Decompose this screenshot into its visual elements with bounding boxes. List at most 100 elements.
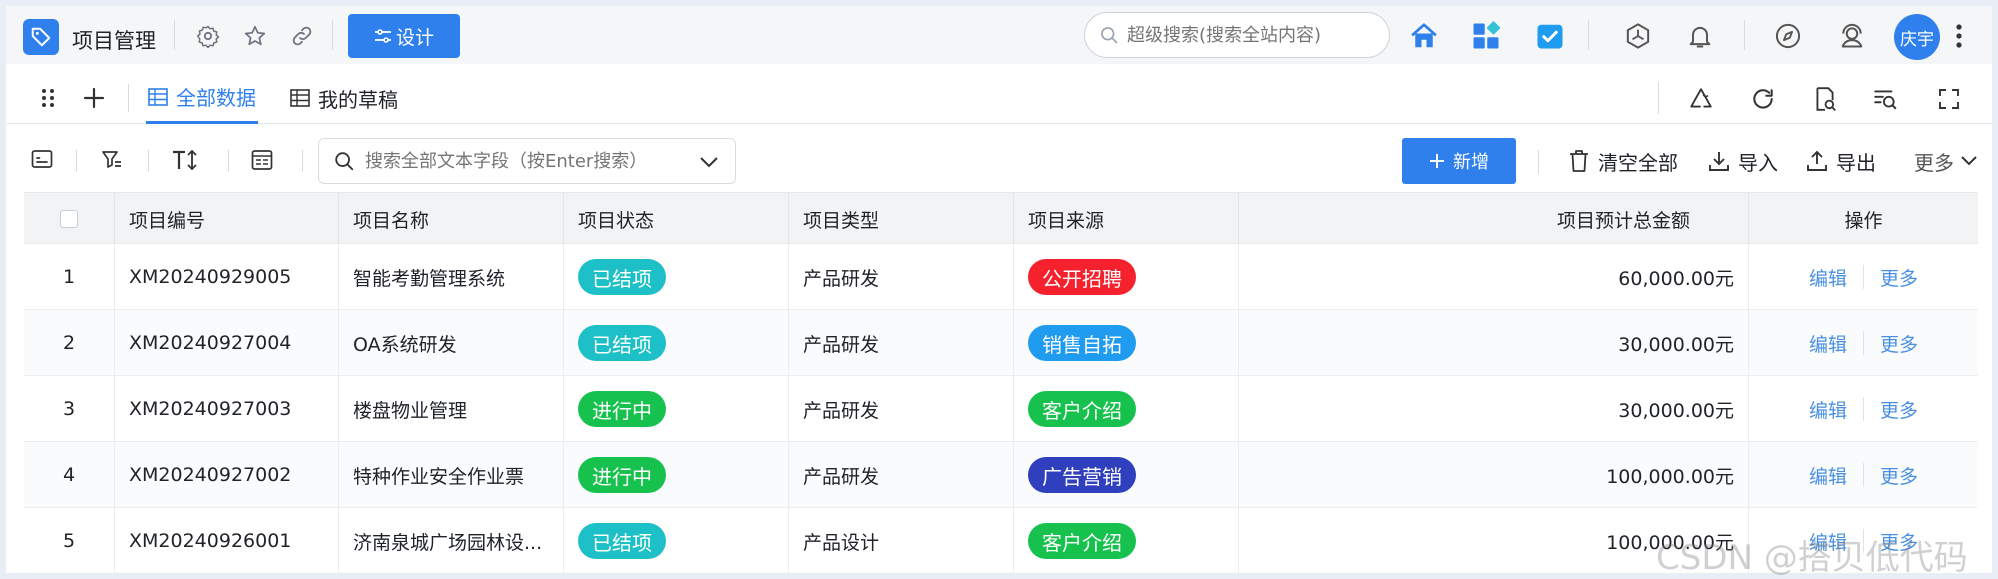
global-search-input[interactable] [1127, 24, 1367, 46]
app-window: 项目管理 设计 超级搜索(搜索全站内容) 庆宇 全部数据 我的草稿 搜索全部文本… [6, 6, 1992, 578]
refresh-icon[interactable] [1748, 84, 1778, 114]
search-icon [1101, 27, 1118, 44]
bell-icon[interactable] [1684, 20, 1716, 52]
add-tab-icon[interactable] [80, 84, 108, 112]
project-type: 产品研发 [789, 442, 1014, 508]
status-badge: 进行中 [578, 457, 666, 493]
more-vertical-icon[interactable] [1952, 20, 1966, 52]
drag-handle-icon[interactable] [36, 84, 60, 112]
source-cell: 公开招聘 [1014, 244, 1239, 310]
select-all-cell [24, 193, 115, 245]
divider [148, 150, 149, 172]
trash-icon [1570, 150, 1588, 172]
table-row[interactable]: 1 XM20240929005 智能考勤管理系统 已结项 产品研发 公开招聘 6… [24, 244, 1978, 310]
status-badge: 已结项 [578, 259, 666, 295]
list-search-icon[interactable] [1870, 84, 1900, 114]
select-all-checkbox[interactable] [60, 210, 78, 228]
table-row[interactable]: 3 XM20240927003 楼盘物业管理 进行中 产品研发 客户介绍 30,… [24, 376, 1978, 442]
column-header: 操作 [1844, 209, 1883, 232]
design-label: 设计 [395, 26, 434, 49]
project-code: XM20240927004 [115, 310, 339, 376]
apps-icon[interactable] [1470, 20, 1502, 52]
project-code: XM20240927003 [115, 376, 339, 442]
clear-all-label: 清空全部 [1598, 150, 1678, 175]
column-header[interactable]: 项目预计总金额 [1239, 193, 1749, 245]
project-name: 楼盘物业管理 [339, 376, 564, 442]
status-badge: 进行中 [578, 391, 666, 427]
column-header[interactable]: 项目来源 [1014, 193, 1239, 245]
view-mode-icon[interactable] [28, 146, 56, 174]
table-icon [148, 87, 168, 106]
search-icon [335, 152, 354, 171]
edit-link[interactable]: 编辑 [1809, 330, 1847, 357]
divider [228, 150, 229, 172]
filter-icon[interactable] [98, 146, 126, 174]
link-icon[interactable] [288, 22, 316, 50]
table-search-input[interactable] [365, 150, 695, 172]
actions-cell: 编辑 更多 [1749, 310, 1978, 376]
add-button[interactable]: 新增 [1402, 138, 1516, 184]
export-button[interactable]: 导出 [1806, 144, 1876, 178]
project-name: 特种作业安全作业票 [339, 442, 564, 508]
table-row[interactable]: 2 XM20240927004 OA系统研发 已结项 产品研发 销售自拓 30,… [24, 310, 1978, 376]
gear-icon[interactable] [194, 22, 222, 50]
project-code: XM20240927002 [115, 442, 339, 508]
tab-my-drafts[interactable]: 我的草稿 [290, 72, 398, 124]
star-icon[interactable] [241, 22, 269, 50]
edit-link[interactable]: 编辑 [1809, 462, 1847, 489]
divider [332, 20, 333, 50]
divider [1538, 150, 1539, 174]
project-type: 产品研发 [789, 376, 1014, 442]
more-link[interactable]: 更多 [1880, 330, 1918, 357]
more-link[interactable]: 更多 [1880, 396, 1918, 423]
design-button[interactable]: 设计 [348, 14, 460, 58]
divider [1588, 20, 1589, 50]
actions-cell: 编辑 更多 [1749, 442, 1978, 508]
edit-link[interactable]: 编辑 [1809, 264, 1847, 291]
column-header[interactable]: 项目状态 [564, 193, 789, 245]
clear-all-button[interactable]: 清空全部 [1568, 144, 1678, 178]
user-support-icon[interactable] [1836, 20, 1868, 52]
more-link[interactable]: 更多 [1880, 462, 1918, 489]
more-label: 更多 [1914, 150, 1954, 175]
project-code: XM20240929005 [115, 244, 339, 310]
tag-icon[interactable] [23, 19, 59, 55]
more-link[interactable]: 更多 [1880, 264, 1918, 291]
fullscreen-icon[interactable] [1934, 84, 1964, 114]
column-header[interactable]: 项目编号 [115, 193, 339, 245]
source-cell: 客户介绍 [1014, 376, 1239, 442]
download-icon [1709, 152, 1729, 171]
recycle-icon[interactable] [1686, 84, 1716, 114]
app-title: 项目管理 [72, 29, 156, 53]
divider [1658, 82, 1659, 114]
tab-all-data[interactable]: 全部数据 [146, 72, 258, 124]
global-search[interactable] [1084, 12, 1390, 58]
chevron-down-icon[interactable] [699, 155, 719, 169]
row-index: 1 [24, 244, 115, 310]
text-sort-icon[interactable] [170, 146, 200, 174]
column-header[interactable]: 项目类型 [789, 193, 1014, 245]
edit-link[interactable]: 编辑 [1809, 396, 1847, 423]
more-menu-button[interactable]: 更多 [1914, 144, 1978, 178]
table-row[interactable]: 4 XM20240927002 特种作业安全作业票 进行中 产品研发 广告营销 … [24, 442, 1978, 508]
toolbar: 新增 清空全部 导入 导出 更多 [6, 130, 1992, 192]
form-icon[interactable] [248, 146, 276, 174]
home-icon[interactable] [1408, 20, 1440, 52]
avatar[interactable]: 庆宇 [1894, 14, 1940, 60]
column-header[interactable]: 项目名称 [339, 193, 564, 245]
task-check-icon[interactable] [1534, 20, 1566, 52]
sliders-icon [374, 29, 391, 43]
source-badge: 广告营销 [1028, 457, 1136, 493]
hexagon-icon[interactable] [1622, 20, 1654, 52]
compass-icon[interactable] [1772, 20, 1804, 52]
top-bar: 项目管理 设计 超级搜索(搜索全站内容) 庆宇 [6, 6, 1992, 64]
row-index: 4 [24, 442, 115, 508]
add-label: 新增 [1453, 152, 1489, 173]
row-index: 2 [24, 310, 115, 376]
divider [128, 84, 129, 112]
status-cell: 进行中 [564, 442, 789, 508]
table-search[interactable] [318, 138, 736, 184]
document-search-icon[interactable] [1810, 84, 1840, 114]
import-button[interactable]: 导入 [1708, 144, 1778, 178]
plus-icon [1430, 154, 1444, 168]
